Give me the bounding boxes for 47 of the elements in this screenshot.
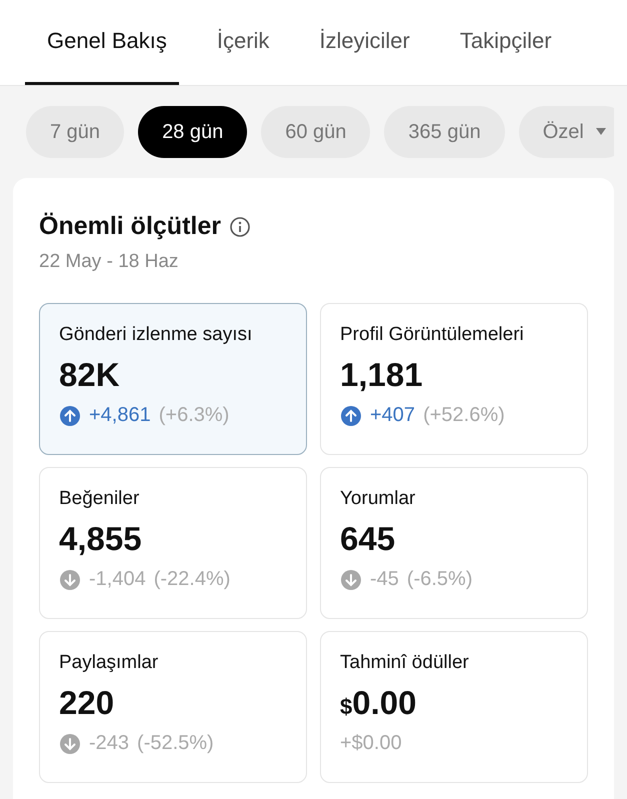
arrow-up-icon xyxy=(59,404,81,426)
metric-delta: -1,404 xyxy=(89,568,146,591)
metric-card[interactable]: Paylaşımlar 220 -243 (-52.5%) xyxy=(39,631,307,783)
metric-value: 220 xyxy=(59,684,116,722)
metric-card[interactable]: Tahminî ödüller $0.00 +$0.00 xyxy=(320,631,588,783)
metric-delta: -45 xyxy=(370,568,399,591)
metric-card[interactable]: Profil Görüntülemeleri 1,181 +407 (+52.6%) xyxy=(320,303,588,455)
arrow-up-icon xyxy=(340,404,362,426)
metric-delta: +4,861 xyxy=(89,404,151,427)
period-chip[interactable]: 28 gün xyxy=(138,106,248,158)
metric-delta: +407 xyxy=(370,404,416,427)
metric-card[interactable]: Beğeniler 4,855 -1,404 (-22.4%) xyxy=(39,467,307,619)
metric-label: Beğeniler xyxy=(59,488,140,510)
caret-icon xyxy=(596,128,606,136)
metric-value: 82K xyxy=(59,356,121,394)
info-icon[interactable] xyxy=(228,216,251,238)
metric-card[interactable]: Yorumlar 645 -45 (-6.5%) xyxy=(320,467,588,619)
metric-value: 1,181 xyxy=(340,356,424,394)
panel-title: Önemli ölçütler xyxy=(39,212,221,241)
arrow-down-icon xyxy=(59,732,81,754)
metric-delta: -243 xyxy=(89,732,130,755)
metric-value: 4,855 xyxy=(59,520,143,558)
metric-percent: (-52.5%) xyxy=(137,732,214,755)
period-chip[interactable]: 365 gün xyxy=(384,106,505,158)
metric-value: 645 xyxy=(340,520,396,558)
arrow-down-icon xyxy=(59,568,81,590)
date-range: 22 May - 18 Haz xyxy=(39,251,180,273)
tab[interactable]: İçerik xyxy=(204,0,282,85)
tab[interactable]: Genel Bakış xyxy=(25,0,179,85)
metric-label: Paylaşımlar xyxy=(59,652,160,674)
metric-delta: +$0.00 xyxy=(340,732,402,755)
arrow-down-icon xyxy=(340,568,362,590)
metric-label: Profil Görüntülemeleri xyxy=(340,324,525,346)
metric-percent: (+52.6%) xyxy=(423,404,505,427)
metric-label: Tahminî ödüller xyxy=(340,652,470,674)
metric-percent: (-6.5%) xyxy=(406,568,472,591)
metric-card[interactable]: Gönderi izlenme sayısı 82K +4,861 (+6.3%) xyxy=(39,303,307,455)
metric-label: Yorumlar xyxy=(340,488,416,510)
tab[interactable]: İzleyiciler xyxy=(307,0,422,85)
metric-percent: (-22.4%) xyxy=(154,568,230,591)
period-chip[interactable]: 7 gün xyxy=(26,106,124,158)
metric-label: Gönderi izlenme sayısı xyxy=(59,324,254,346)
period-chip[interactable]: 60 gün xyxy=(261,106,370,158)
period-chip[interactable]: Özel xyxy=(518,106,614,158)
tab[interactable]: Takipçiler xyxy=(448,0,564,85)
metric-value: $0.00 xyxy=(340,684,418,722)
metric-percent: (+6.3%) xyxy=(158,404,230,427)
